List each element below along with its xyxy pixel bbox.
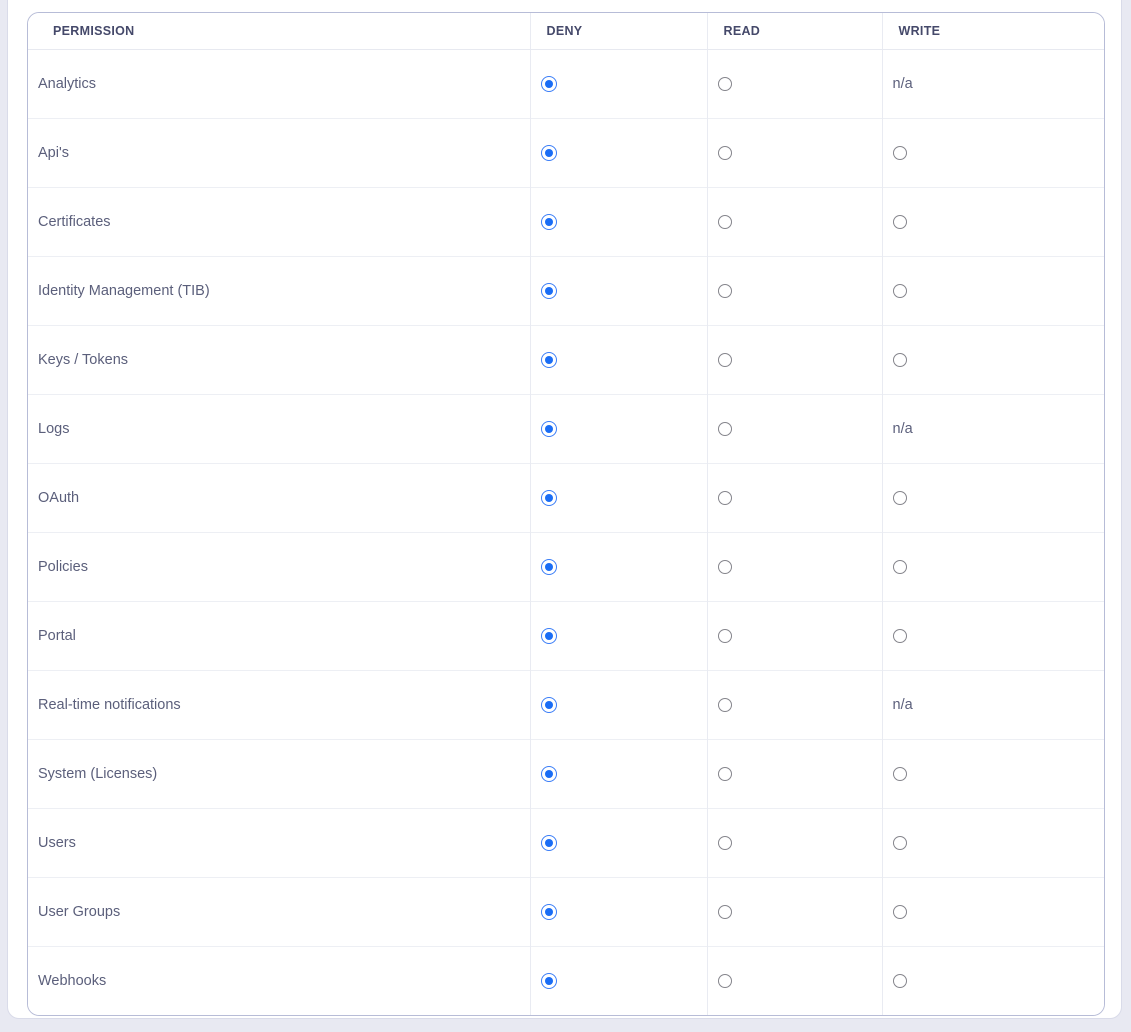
permission-label: Real-time notifications [28,671,530,740]
table-row: Certificates [28,188,1104,257]
write-radio[interactable] [893,146,907,160]
table-row: User Groups [28,878,1104,947]
na-label: n/a [893,76,913,92]
read-radio[interactable] [718,146,732,160]
permission-label: Api's [28,119,530,188]
table-row: OAuth [28,464,1104,533]
deny-radio[interactable] [541,766,557,782]
permission-label: Users [28,809,530,878]
write-radio[interactable] [893,974,907,988]
table-row: Webhooks [28,947,1104,1016]
table-row: Keys / Tokens [28,326,1104,395]
table-row: Real-time notifications n/a [28,671,1104,740]
permission-label: User Groups [28,878,530,947]
permission-label: Keys / Tokens [28,326,530,395]
permission-label: System (Licenses) [28,740,530,809]
read-radio[interactable] [718,905,732,919]
deny-radio[interactable] [541,628,557,644]
table-row: Api's [28,119,1104,188]
deny-radio[interactable] [541,214,557,230]
page-background: PERMISSION DENY READ WRITE Analytics n/a… [0,0,1131,1032]
read-radio[interactable] [718,767,732,781]
permission-label: Webhooks [28,947,530,1016]
write-radio[interactable] [893,836,907,850]
read-radio[interactable] [718,284,732,298]
write-radio[interactable] [893,629,907,643]
deny-radio[interactable] [541,697,557,713]
permission-label: OAuth [28,464,530,533]
deny-radio[interactable] [541,904,557,920]
permission-label: Certificates [28,188,530,257]
deny-radio[interactable] [541,421,557,437]
deny-radio[interactable] [541,559,557,575]
read-radio[interactable] [718,974,732,988]
read-radio[interactable] [718,698,732,712]
permission-label: Policies [28,533,530,602]
table-row: Policies [28,533,1104,602]
read-radio[interactable] [718,629,732,643]
read-radio[interactable] [718,491,732,505]
permissions-table-body: Analytics n/a Api's Certificates Identit… [28,50,1104,1016]
read-radio[interactable] [718,422,732,436]
deny-radio[interactable] [541,835,557,851]
na-label: n/a [893,697,913,713]
read-radio[interactable] [718,77,732,91]
permission-label: Analytics [28,50,530,119]
table-row: Portal [28,602,1104,671]
column-header-deny: DENY [530,13,707,50]
column-header-permission: PERMISSION [28,13,530,50]
table-row: Users [28,809,1104,878]
write-radio[interactable] [893,353,907,367]
deny-radio[interactable] [541,973,557,989]
write-radio[interactable] [893,215,907,229]
permission-label: Identity Management (TIB) [28,257,530,326]
permissions-table-grid: PERMISSION DENY READ WRITE Analytics n/a… [28,13,1104,1015]
write-radio[interactable] [893,560,907,574]
read-radio[interactable] [718,560,732,574]
deny-radio[interactable] [541,76,557,92]
read-radio[interactable] [718,836,732,850]
table-header-row: PERMISSION DENY READ WRITE [28,13,1104,50]
na-label: n/a [893,421,913,437]
write-radio[interactable] [893,905,907,919]
deny-radio[interactable] [541,283,557,299]
read-radio[interactable] [718,215,732,229]
write-radio[interactable] [893,491,907,505]
table-row: System (Licenses) [28,740,1104,809]
column-header-read: READ [707,13,882,50]
column-header-write: WRITE [882,13,1104,50]
write-radio[interactable] [893,284,907,298]
permissions-table: PERMISSION DENY READ WRITE Analytics n/a… [27,12,1105,1016]
deny-radio[interactable] [541,352,557,368]
permission-label: Portal [28,602,530,671]
write-radio[interactable] [893,767,907,781]
read-radio[interactable] [718,353,732,367]
deny-radio[interactable] [541,145,557,161]
table-row: Analytics n/a [28,50,1104,119]
table-row: Identity Management (TIB) [28,257,1104,326]
permission-label: Logs [28,395,530,464]
deny-radio[interactable] [541,490,557,506]
table-row: Logs n/a [28,395,1104,464]
